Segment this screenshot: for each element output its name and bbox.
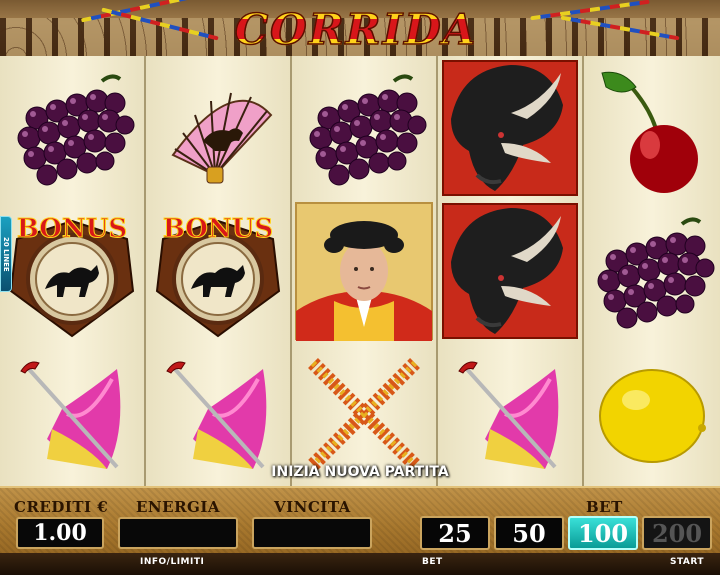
grapes-icon [309, 73, 427, 185]
bet-200-button[interactable]: 200 [642, 516, 712, 550]
banderillas-icon [308, 357, 420, 470]
reel-4 [438, 56, 582, 486]
bull-icon [442, 59, 578, 196]
reel-1-row-2: BONUS [0, 199, 144, 342]
bet-50-button[interactable]: 50 [494, 516, 564, 550]
svg-text:BONUS: BONUS [17, 214, 127, 244]
reel-5 [584, 56, 720, 486]
reel-1: BONUS [0, 56, 144, 486]
bet-100-button[interactable]: 100 [568, 516, 638, 550]
bull-icon [442, 202, 578, 339]
energy-label: ENERGIA [136, 498, 221, 516]
credits-label: CREDITI € [14, 498, 109, 516]
bet-label: BET [586, 498, 623, 516]
matador-icon [295, 201, 433, 341]
cape-sword-icon [20, 361, 121, 469]
cape-sword-icon [458, 361, 559, 469]
reel-4-row-2 [438, 199, 582, 342]
fan-icon [171, 92, 273, 183]
grapes-icon [17, 73, 135, 185]
lemon-icon [599, 368, 706, 463]
bottom-strip [0, 553, 720, 575]
status-message: INIZIA NUOVA PARTITA [271, 464, 449, 480]
reel-2: BONUS [146, 56, 290, 486]
win-label: VINCITA [274, 498, 351, 516]
svg-text:BONUS: BONUS [163, 214, 273, 244]
reel-5-row-2 [584, 199, 720, 342]
bonus-icon: BONUS [155, 213, 281, 337]
credits-display: 1.00 [16, 517, 104, 549]
bet-25-button[interactable]: 25 [420, 516, 490, 550]
reel-2-row-1 [146, 56, 290, 199]
reel-4-row-1 [438, 56, 582, 199]
reel-1-row-1 [0, 56, 144, 199]
cherry-icon [601, 71, 698, 193]
win-display [252, 517, 372, 549]
reel-3-row-1 [292, 56, 436, 199]
reel-2-row-2: BONUS [146, 199, 290, 342]
reel-3-row-2 [292, 199, 436, 342]
lines-badge: 20 LINEE [0, 216, 12, 292]
energy-display [118, 517, 238, 549]
game-header: CORRIDA [0, 0, 720, 56]
reel-3 [292, 56, 436, 486]
start-button[interactable]: START [670, 557, 704, 567]
grapes-icon [597, 216, 715, 328]
info-limits-button[interactable]: INFO/LIMITI [140, 557, 204, 567]
cape-sword-icon [166, 361, 267, 469]
reel-area[interactable]: BONUS BONUS 20 LINEE [0, 56, 720, 486]
reel-5-row-1 [584, 56, 720, 199]
game-logo: CORRIDA [186, 4, 526, 55]
bonus-icon: BONUS [9, 213, 135, 337]
bet-button[interactable]: BET [422, 557, 443, 567]
